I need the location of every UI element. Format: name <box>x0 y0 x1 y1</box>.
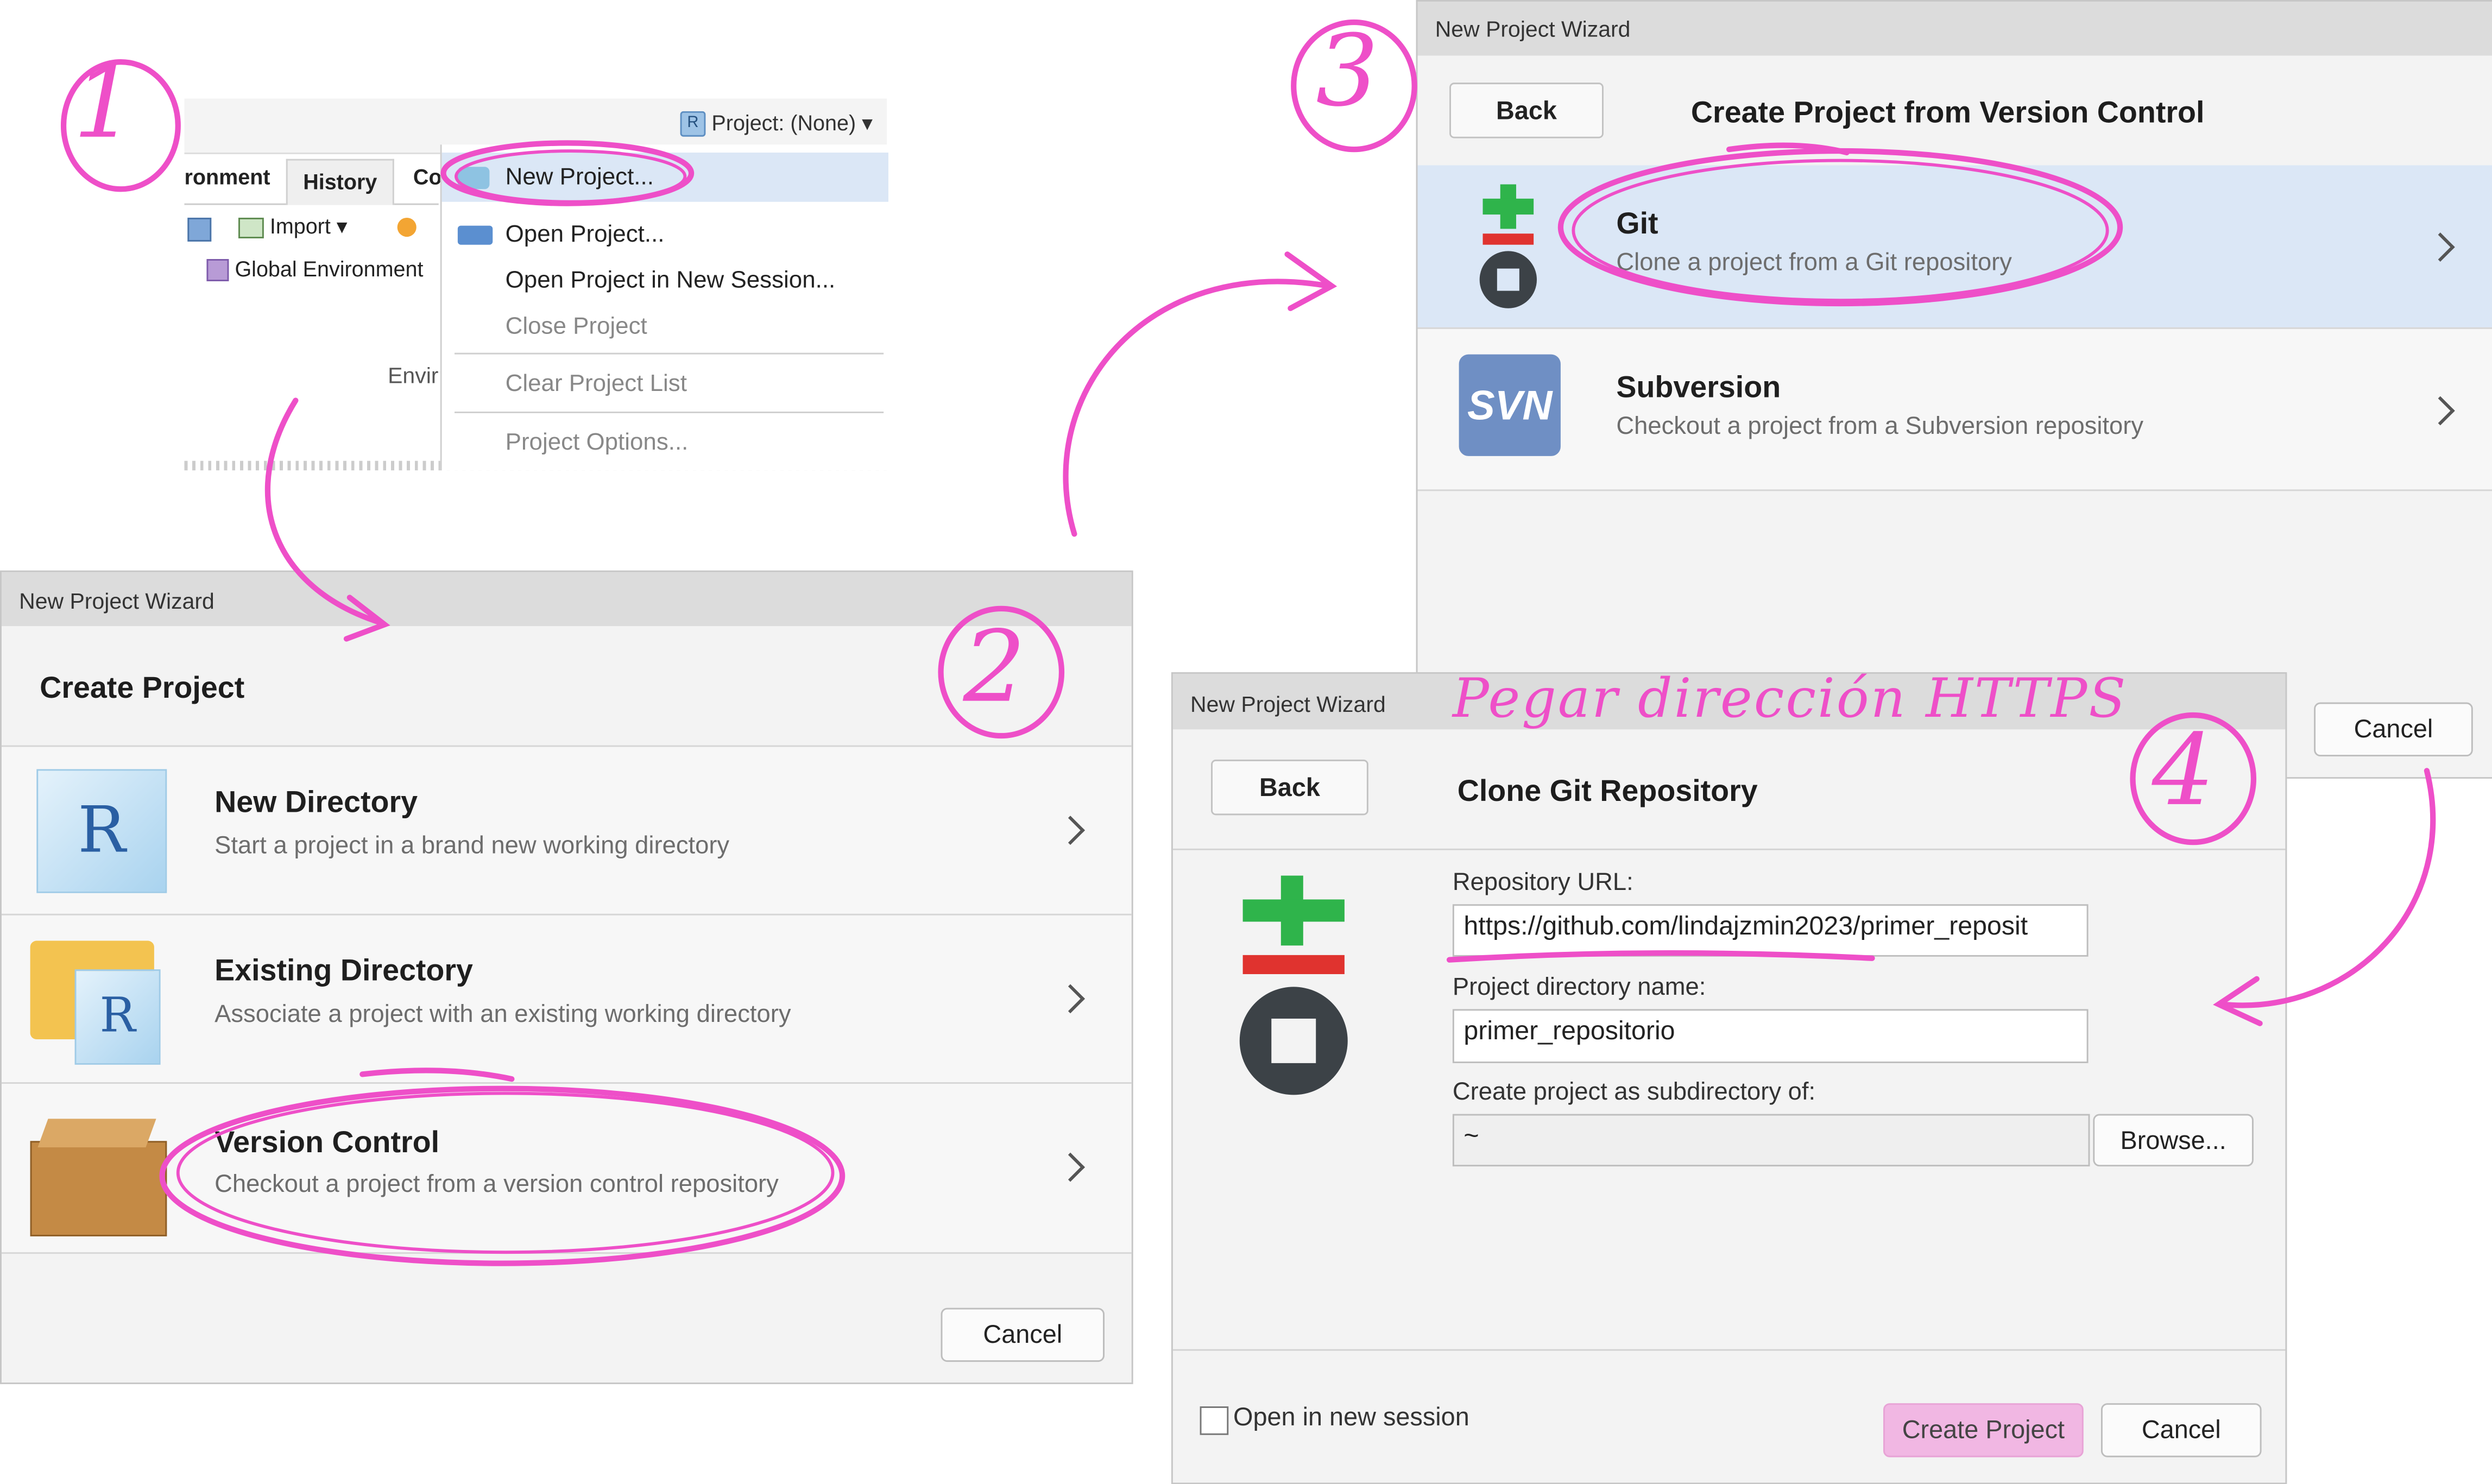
arrow-step2-to-step3 <box>1063 279 1332 537</box>
step-circle-2 <box>938 605 1065 739</box>
step-circle-1 <box>60 59 181 192</box>
underline-version-control <box>359 1068 515 1082</box>
highlight-new-project-2 <box>455 149 687 204</box>
step-circle-4 <box>2130 712 2257 845</box>
arrow-head <box>2213 976 2263 1026</box>
tutorial-canvas: R Project: (None) ▾ ronment History Co I… <box>0 0 2492 1484</box>
arrow-step1-to-step2 <box>264 397 384 626</box>
step-circle-3 <box>1291 19 1417 153</box>
highlight-git-2 <box>1572 159 2109 302</box>
underline-repository-url <box>1446 950 1875 963</box>
highlight-git <box>1557 148 2123 307</box>
highlight-version-control <box>159 1085 846 1266</box>
arrow-step3-to-step4 <box>2219 768 2436 1008</box>
highlight-version-control-2 <box>176 1091 835 1254</box>
annotation-overlay <box>60 19 2436 1266</box>
